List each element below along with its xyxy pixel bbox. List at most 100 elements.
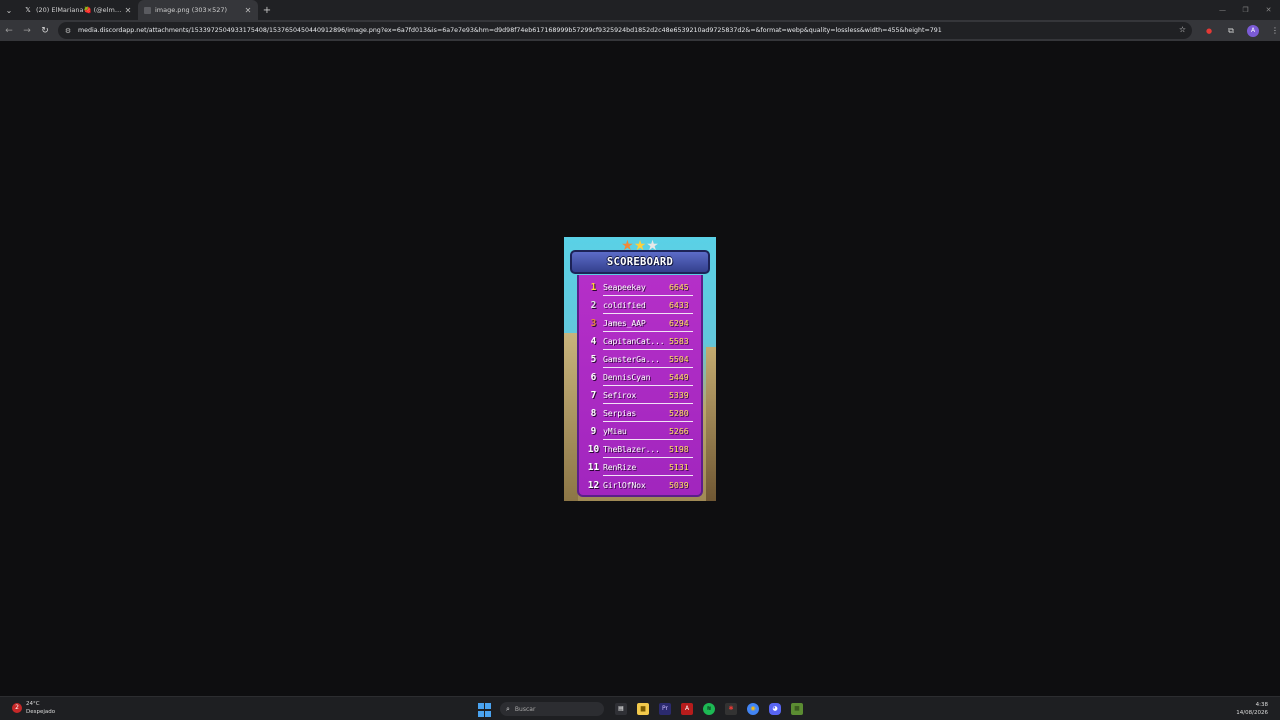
- scoreboard-image[interactable]: ★ ★ ★ SCOREBOARD 1 Seapeekay 6645 2 coldifi…: [564, 237, 716, 501]
- tab-search-button[interactable]: ⌄: [0, 0, 18, 20]
- taskbar-app[interactable]: Pr: [654, 699, 676, 719]
- taskbar-app[interactable]: ≋: [698, 699, 720, 719]
- close-window-button[interactable]: ✕: [1257, 0, 1280, 20]
- rank-number: 10: [587, 443, 600, 455]
- player-score: 6433: [669, 300, 689, 310]
- taskbar-app[interactable]: ◉: [742, 699, 764, 719]
- close-icon[interactable]: ✕: [124, 6, 132, 15]
- taskbar-app[interactable]: ▤: [610, 699, 632, 719]
- app-red-icon: A: [681, 703, 693, 715]
- score-row: 3 James_AAP 6294: [584, 314, 697, 332]
- back-button[interactable]: ←: [0, 26, 18, 36]
- taskbar-apps: ⌕ Buscar ▤ ▆ Pr A ≋ ✱ ◉ ◕ ■: [476, 699, 808, 719]
- taskbar-search[interactable]: ⌕ Buscar: [500, 702, 604, 716]
- player-score: 5131: [669, 462, 689, 472]
- tab-image[interactable]: image.png (303×527) ✕: [138, 0, 258, 20]
- rank-number: 8: [590, 407, 597, 419]
- tab-title: (20) ElMariana🍓 (@elmarianaa) / X: [36, 6, 124, 14]
- rank-number: 11: [587, 461, 600, 473]
- player-name: coldified: [603, 300, 646, 310]
- taskbar-app[interactable]: ✱: [720, 699, 742, 719]
- reload-button[interactable]: ↻: [36, 26, 54, 36]
- system-clock[interactable]: 4:38 14/08/2026: [1236, 701, 1268, 717]
- sand-decoration: [706, 347, 716, 501]
- score-row: 5 GamsterGa... 5504: [584, 350, 697, 368]
- x-logo-icon: 𝕏: [25, 6, 31, 14]
- score-row: 1 Seapeekay 6645: [584, 278, 697, 296]
- task-view-icon: ▤: [615, 703, 627, 715]
- close-icon[interactable]: ✕: [244, 6, 252, 15]
- score-row: 8 Serpias 5280: [584, 404, 697, 422]
- player-score: 5280: [669, 408, 689, 418]
- browser-tab-strip: ⌄ 𝕏 (20) ElMariana🍓 (@elmarianaa) / X ✕ …: [0, 0, 1280, 20]
- new-tab-button[interactable]: +: [258, 5, 276, 16]
- chevron-down-icon: ⌄: [5, 5, 13, 15]
- player-score: 5039: [669, 480, 689, 490]
- forward-button[interactable]: →: [18, 26, 36, 36]
- menu-icon[interactable]: ⋮: [1264, 26, 1280, 35]
- tab-title: image.png (303×527): [155, 6, 228, 14]
- clock-date: 14/08/2026: [1236, 710, 1268, 716]
- image-file-icon: [144, 6, 151, 14]
- weather-desc: Despejado: [26, 709, 56, 715]
- url-path: /attachments/1533972504933175408/1537650…: [146, 27, 942, 34]
- search-placeholder: Buscar: [514, 705, 536, 713]
- score-row: 10 TheBlazer... 5198: [584, 440, 697, 458]
- rank-number: 12: [587, 479, 600, 491]
- taskbar-app[interactable]: ▆: [632, 699, 654, 719]
- tab-x[interactable]: 𝕏 (20) ElMariana🍓 (@elmarianaa) / X ✕: [18, 0, 138, 20]
- player-name: Sefirox: [603, 390, 637, 400]
- score-row: 7 Sefirox 5339: [584, 386, 697, 404]
- premiere-icon: Pr: [659, 703, 671, 715]
- weather-widget[interactable]: 2 24°C Despejado: [12, 700, 55, 716]
- url-host: media.discordapp.net: [78, 27, 147, 34]
- rank-number: 3: [590, 317, 597, 329]
- recording-icon[interactable]: ●: [1198, 27, 1220, 35]
- score-row: 4 CapitanCat... 5583: [584, 332, 697, 350]
- address-bar[interactable]: ⚙ media.discordapp.net/attachments/15339…: [58, 22, 1192, 39]
- score-row: 12 GirlOfNox 5039: [584, 476, 697, 494]
- minimize-button[interactable]: —: [1211, 0, 1234, 20]
- score-row: 2 coldified 6433: [584, 296, 697, 314]
- app-badge-icon: ✱: [725, 703, 737, 715]
- score-row: 6 DennisCyan 5449: [584, 368, 697, 386]
- chrome-icon: ◉: [747, 703, 759, 715]
- weather-temp: 24°C: [26, 701, 40, 707]
- taskbar-app[interactable]: ◕: [764, 699, 786, 719]
- player-name: DennisCyan: [603, 372, 651, 382]
- taskbar-app[interactable]: A: [676, 699, 698, 719]
- score-row: 9 yMiau 5266: [584, 422, 697, 440]
- extensions-icon[interactable]: ⧉: [1220, 26, 1242, 36]
- scoreboard-banner: SCOREBOARD: [570, 250, 710, 274]
- url-text: media.discordapp.net/attachments/1533972…: [78, 27, 1192, 34]
- player-name: CapitanCat...: [603, 336, 665, 346]
- spotify-icon: ≋: [703, 703, 715, 715]
- rank-number: 7: [590, 389, 597, 401]
- taskbar-app[interactable]: ■: [786, 699, 808, 719]
- weather-badge-icon: 2: [12, 703, 22, 713]
- player-score: 5504: [669, 354, 689, 364]
- search-icon: ⌕: [506, 704, 510, 713]
- maximize-button[interactable]: ❐: [1234, 0, 1257, 20]
- browser-toolbar: ← → ↻ ⚙ media.discordapp.net/attachments…: [0, 20, 1280, 41]
- player-score: 5266: [669, 426, 689, 436]
- player-name: RenRize: [603, 462, 637, 472]
- player-name: GirlOfNox: [603, 480, 646, 490]
- minecraft-icon: ■: [791, 703, 803, 715]
- rank-number: 5: [590, 353, 597, 365]
- windows-taskbar: 2 24°C Despejado ⌕ Buscar ▤ ▆ Pr A ≋ ✱ ◉…: [0, 696, 1280, 720]
- player-score: 5449: [669, 372, 689, 382]
- profile-avatar[interactable]: A: [1247, 24, 1259, 37]
- rank-number: 4: [590, 335, 597, 347]
- clock-time: 4:38: [1255, 702, 1268, 708]
- rank-number: 2: [590, 299, 597, 311]
- bookmark-star-icon[interactable]: ☆: [1179, 25, 1186, 34]
- score-row: 11 RenRize 5131: [584, 458, 697, 476]
- windows-start-icon[interactable]: [478, 701, 494, 717]
- player-score: 5198: [669, 444, 689, 454]
- player-score: 5583: [669, 336, 689, 346]
- scoreboard-title: SCOREBOARD: [606, 256, 674, 268]
- sand-decoration: [564, 333, 578, 501]
- site-info-icon[interactable]: ⚙: [64, 27, 72, 35]
- file-explorer-icon: ▆: [637, 703, 649, 715]
